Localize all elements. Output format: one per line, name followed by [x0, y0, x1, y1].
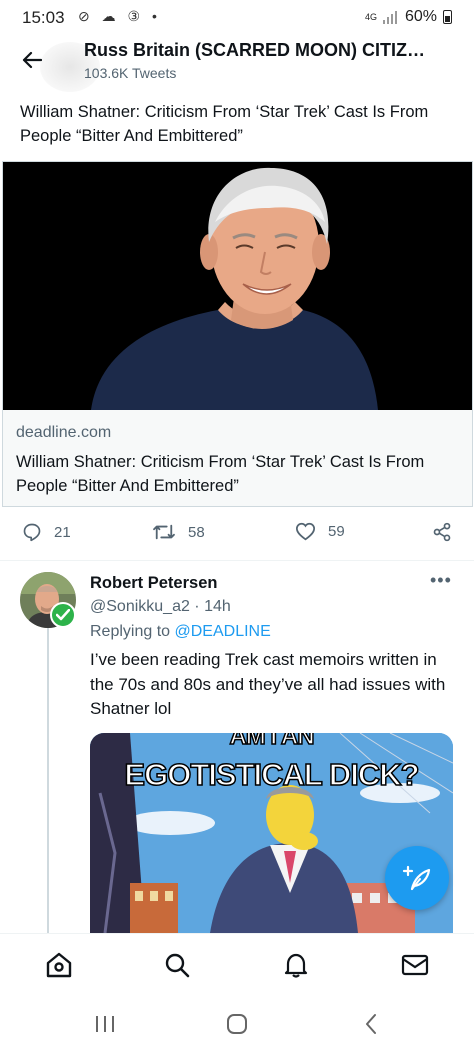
back-system-button[interactable]	[356, 1011, 386, 1037]
home-circle-icon	[227, 1014, 247, 1034]
reply-count: 21	[54, 523, 71, 541]
verified-badge-icon	[50, 602, 76, 628]
compose-feather-icon	[402, 865, 431, 891]
profile-header: Russ Britain (SCARRED MOON) CITIZ… 103.6…	[0, 34, 474, 94]
card-photo	[3, 162, 472, 410]
system-nav	[0, 995, 474, 1053]
heart-icon	[295, 522, 316, 541]
replying-to-label: Replying to	[90, 623, 171, 640]
reply-bubble-icon	[23, 523, 41, 542]
like-button[interactable]: 59	[295, 522, 345, 541]
battery-icon	[443, 10, 452, 24]
header-title: Russ Britain (SCARRED MOON) CITIZ…	[84, 40, 426, 60]
status-right: 4G 60%	[365, 8, 452, 26]
card-image	[3, 162, 472, 410]
share-button[interactable]	[432, 522, 452, 542]
status-bar: 15:03 ⊘ ☁ ③ • 4G 60%	[0, 0, 474, 34]
battery-percent: 60%	[404, 8, 437, 25]
recent-apps-button[interactable]	[90, 1011, 120, 1037]
tweet-text: William Shatner: Criticism From ‘Star Tr…	[20, 103, 429, 145]
chevron-left-icon	[366, 1014, 376, 1034]
meme-caption-top: AM I AN	[229, 733, 316, 751]
network-type: 4G	[364, 11, 377, 22]
nav-home[interactable]	[44, 950, 74, 980]
reply-button[interactable]: 21	[22, 522, 71, 542]
search-icon	[165, 953, 190, 978]
replying-to: Replying to @DEADLINE	[90, 623, 271, 641]
card-title: William Shatner: Criticism From ‘Star Tr…	[16, 453, 425, 495]
replying-to-mention[interactable]: @DEADLINE	[175, 623, 271, 640]
status-time: 15:03	[22, 8, 65, 27]
recent-apps-icon	[96, 1016, 114, 1032]
arrow-left-icon	[22, 51, 42, 69]
reply-text: I’ve been reading Trek cast memoirs writ…	[90, 650, 446, 718]
nav-search[interactable]	[162, 950, 192, 980]
compose-button[interactable]	[385, 846, 449, 910]
card-domain: deadline.com	[16, 424, 112, 441]
card-meta: deadline.com William Shatner: Criticism …	[3, 410, 472, 506]
retweet-button[interactable]: 58	[152, 522, 205, 542]
link-card[interactable]: deadline.com William Shatner: Criticism …	[2, 161, 473, 507]
bottom-nav	[0, 933, 474, 995]
back-button[interactable]	[14, 42, 50, 78]
nav-messages[interactable]	[400, 950, 430, 980]
thread-line	[47, 628, 49, 933]
more-options-button[interactable]: •••	[430, 570, 452, 591]
bell-icon	[284, 953, 308, 978]
mail-icon	[401, 954, 429, 976]
reply-author-name[interactable]: Robert Petersen	[90, 574, 217, 593]
meme-caption-bottom: EGOTISTICAL DICK?	[124, 756, 421, 793]
reply-author-handle: @Sonikku_a2 · 14h	[90, 598, 231, 615]
home-system-button[interactable]	[222, 1011, 252, 1037]
like-count: 59	[328, 523, 345, 540]
retweet-icon	[153, 524, 175, 540]
tweet-count: 103.6K Tweets	[84, 65, 177, 81]
status-notification-icons: ⊘ ☁ ③ •	[78, 8, 161, 24]
divider	[0, 560, 474, 561]
nav-notifications[interactable]	[281, 950, 311, 980]
signal-icon	[382, 10, 397, 24]
share-icon	[433, 522, 451, 542]
retweet-count: 58	[188, 523, 205, 541]
tweet-actions: 21 58 59	[0, 518, 474, 550]
home-icon	[46, 952, 72, 978]
